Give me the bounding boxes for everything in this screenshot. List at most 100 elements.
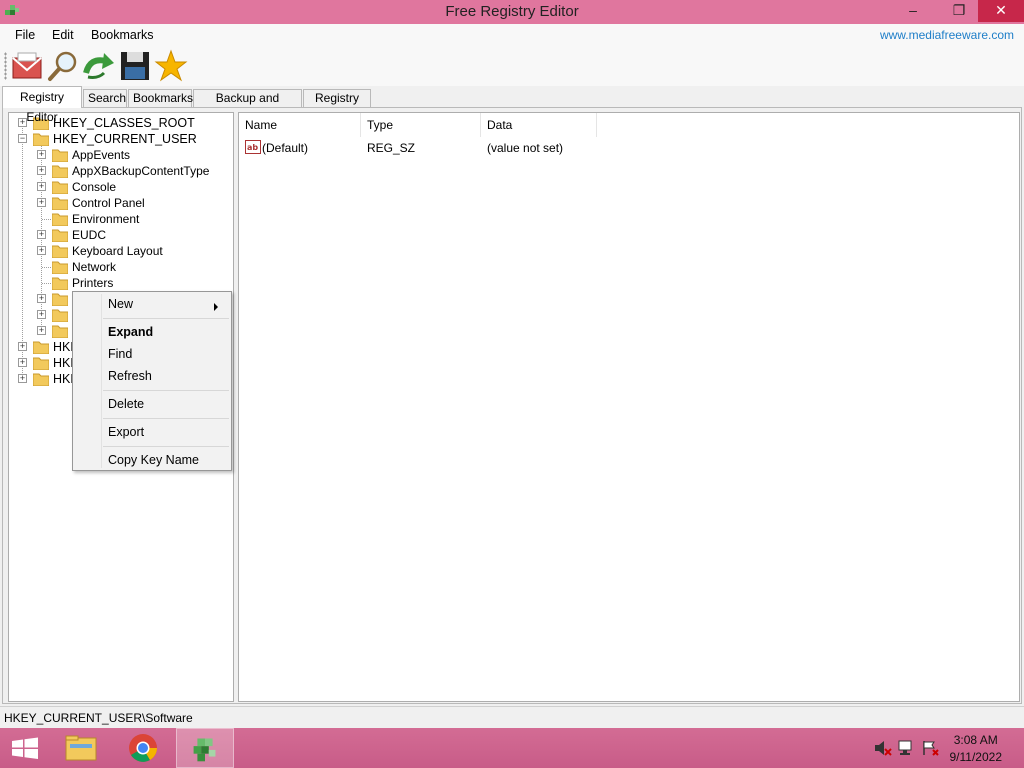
submenu-arrow-icon: [214, 303, 218, 311]
tree-item-console[interactable]: + Console: [9, 179, 229, 195]
folder-icon: [52, 325, 68, 338]
tree-item-label: Console: [72, 180, 117, 194]
current-key-path: HKEY_CURRENT_USER\Software: [4, 711, 193, 725]
action-center-flag-icon[interactable]: [922, 740, 940, 756]
menu-file[interactable]: File: [15, 28, 35, 42]
tree-item-label: Network: [72, 260, 117, 274]
expand-icon[interactable]: +: [37, 182, 46, 191]
column-header-type[interactable]: Type: [361, 113, 481, 137]
expand-icon[interactable]: +: [37, 294, 46, 303]
tree-item-appxbackupcontenttype[interactable]: + AppXBackupContentType: [9, 163, 229, 179]
column-header-name[interactable]: Name: [239, 113, 361, 137]
registry-editor-taskbar-icon[interactable]: [176, 728, 234, 768]
tree-item-label: AppEvents: [72, 148, 131, 162]
expand-icon[interactable]: +: [18, 358, 27, 367]
folder-icon: [52, 149, 68, 162]
tree-connector: [42, 267, 51, 268]
website-link[interactable]: www.mediafreeware.com: [880, 28, 1014, 42]
windows-start-icon[interactable]: [0, 728, 50, 768]
tree-connector: [42, 219, 51, 220]
column-header-data[interactable]: Data: [481, 113, 597, 137]
system-clock[interactable]: 3:08 AM 9/11/2022: [950, 732, 1003, 766]
tree-item-hidden[interactable]: +: [9, 307, 75, 323]
volume-muted-icon[interactable]: [874, 740, 892, 756]
network-icon[interactable]: [898, 740, 916, 756]
tab-bookmarks[interactable]: Bookmarks: [128, 89, 193, 108]
tree-item-software[interactable]: +: [9, 291, 75, 307]
tree-item-keyboard-layout[interactable]: + Keyboard Layout: [9, 243, 229, 259]
svg-text:ab: ab: [247, 143, 258, 152]
clock-date: 9/11/2022: [949, 750, 1003, 764]
tree-item-hkey-current-user[interactable]: − HKEY_CURRENT_USER: [9, 131, 229, 147]
expand-icon[interactable]: +: [37, 246, 46, 255]
tree-item-label: Control Panel: [72, 196, 145, 210]
expand-icon[interactable]: +: [37, 166, 46, 175]
save-icon[interactable]: [118, 49, 152, 83]
chrome-icon[interactable]: [114, 728, 172, 768]
star-icon[interactable]: [154, 49, 188, 83]
folder-icon: [52, 165, 68, 178]
value-row-default[interactable]: ab (Default) REG_SZ (value not set): [239, 139, 839, 157]
minimize-button[interactable]: –: [898, 0, 928, 22]
expand-icon[interactable]: +: [18, 374, 27, 383]
tree-item-network[interactable]: Network: [9, 259, 229, 275]
tab-strip: Registry Editor Search Bookmarks Backup …: [0, 86, 1024, 124]
folder-icon: [52, 277, 68, 290]
context-menu-expand[interactable]: Expand: [108, 325, 153, 339]
tree-item-printers[interactable]: Printers: [9, 275, 229, 291]
status-bar: HKEY_CURRENT_USER\Software: [0, 706, 1024, 728]
context-menu-export[interactable]: Export: [108, 425, 144, 439]
toolbar-grip: [4, 52, 7, 80]
expand-icon[interactable]: +: [37, 150, 46, 159]
tree-item-hkey-local-machine[interactable]: + HKE: [9, 339, 79, 355]
menu-edit[interactable]: Edit: [52, 28, 74, 42]
tab-registry-editor[interactable]: Registry Editor: [2, 86, 82, 124]
file-explorer-icon[interactable]: [52, 728, 110, 768]
context-menu-new[interactable]: New: [108, 297, 226, 311]
tree-item-appevents[interactable]: + AppEvents: [9, 147, 229, 163]
collapse-icon[interactable]: −: [18, 134, 27, 143]
tree-item-environment[interactable]: Environment: [9, 211, 229, 227]
tree-item-hidden[interactable]: +: [9, 323, 75, 339]
context-menu-find[interactable]: Find: [108, 347, 132, 361]
context-menu-copy-key-name[interactable]: Copy Key Name: [108, 453, 199, 467]
tree-item-control-panel[interactable]: + Control Panel: [9, 195, 229, 211]
folder-icon: [52, 181, 68, 194]
folder-icon: [33, 341, 49, 354]
tree-item-hkey-users[interactable]: + HKE: [9, 355, 79, 371]
context-menu-refresh[interactable]: Refresh: [108, 369, 152, 383]
tab-backup-restore[interactable]: Backup and Restore: [193, 89, 302, 122]
expand-icon[interactable]: +: [37, 230, 46, 239]
tab-registry-diff[interactable]: Registry Diff: [303, 89, 371, 122]
tree-item-eudc[interactable]: + EUDC: [9, 227, 229, 243]
clock-time: 3:08 AM: [953, 733, 998, 747]
menu-separator: [103, 318, 229, 319]
refresh-icon[interactable]: [82, 49, 116, 83]
tree-item-label: AppXBackupContentType: [72, 164, 210, 178]
context-menu-delete[interactable]: Delete: [108, 397, 144, 411]
menu-bookmarks[interactable]: Bookmarks: [91, 28, 154, 42]
maximize-button[interactable]: ❐: [944, 0, 974, 22]
tab-search[interactable]: Search: [83, 89, 127, 108]
menu-separator: [103, 418, 229, 419]
string-value-icon: ab: [245, 140, 261, 154]
expand-icon[interactable]: +: [37, 326, 46, 335]
expand-icon[interactable]: +: [18, 342, 27, 351]
values-list[interactable]: Name Type Data ab (Default) REG_SZ (valu…: [238, 112, 1020, 702]
tree-connector: [42, 283, 51, 284]
tree-item-hkey-current-config[interactable]: + HKE: [9, 371, 79, 387]
expand-icon[interactable]: +: [37, 310, 46, 319]
toolbar: [0, 46, 1024, 86]
taskbar: 3:08 AM 9/11/2022: [0, 728, 1024, 768]
folder-icon: [33, 373, 49, 386]
folder-icon: [52, 293, 68, 306]
expand-icon[interactable]: +: [37, 198, 46, 207]
close-button[interactable]: ✕: [978, 0, 1024, 22]
folder-icon: [52, 261, 68, 274]
search-icon[interactable]: [46, 49, 80, 83]
menu-bar: File Edit Bookmarks www.mediafreeware.co…: [0, 24, 1024, 46]
menu-separator: [103, 446, 229, 447]
folder-icon: [52, 245, 68, 258]
folder-icon: [52, 213, 68, 226]
mail-icon[interactable]: [10, 49, 44, 83]
